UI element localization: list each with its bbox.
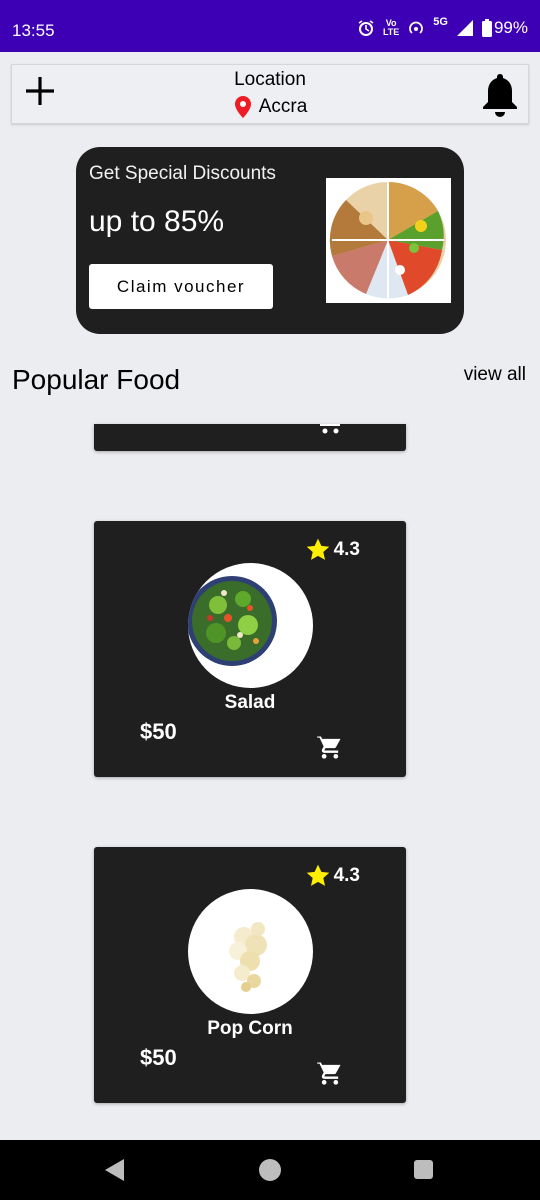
system-nav-bar (0, 1140, 540, 1200)
network-type: 5G (433, 16, 448, 28)
food-image-salad (188, 563, 313, 688)
bell-icon[interactable] (480, 71, 520, 117)
cart-icon (320, 424, 340, 434)
food-price: $50 (140, 719, 177, 744)
food-name: Salad (224, 692, 276, 713)
rating: 4.3 (305, 537, 360, 563)
home-icon[interactable] (259, 1159, 281, 1181)
status-icons: Vo LTE 5G 99% (357, 16, 528, 38)
alarm-icon (358, 20, 374, 36)
signal-icon (456, 20, 473, 36)
food-groups-image (326, 178, 451, 303)
battery-icon (481, 19, 492, 37)
promo-discount: up to 85% (89, 205, 225, 238)
food-image-popcorn (188, 889, 313, 1014)
star-icon (306, 864, 329, 886)
cart-icon[interactable] (316, 1059, 344, 1087)
cart-icon[interactable] (316, 733, 344, 761)
status-bar: 13:55 Vo LTE 5G 99% (0, 0, 540, 52)
section-title: Popular Food (12, 364, 181, 395)
star-icon (306, 538, 329, 560)
food-card[interactable]: 4.3 Pop Corn $50 (94, 847, 406, 1103)
rating-value: 4.3 (333, 865, 360, 886)
top-app-bar: Location Accra (11, 64, 529, 124)
promo-banner: Get Special Discounts up to 85% Claim vo… (76, 147, 464, 334)
location-city: Accra (258, 96, 308, 117)
food-card[interactable]: 4.3 Salad $50 (94, 521, 406, 777)
volte-bottom: LTE (382, 27, 400, 37)
status-time: 13:55 (12, 21, 55, 40)
food-name: Pop Corn (207, 1018, 293, 1039)
location-selector[interactable]: Accra (12, 95, 528, 119)
claim-voucher-button[interactable]: Claim voucher (89, 264, 273, 309)
back-icon[interactable] (103, 1158, 125, 1182)
battery-percent: 99% (493, 18, 528, 37)
food-card-partial[interactable] (94, 424, 406, 451)
recents-icon[interactable] (414, 1160, 433, 1179)
location-label: Location (234, 69, 306, 90)
location-pin-icon (234, 96, 251, 118)
rating-value: 4.3 (333, 539, 360, 560)
food-price: $50 (140, 1045, 177, 1070)
rating: 4.3 (305, 863, 360, 889)
hotspot-icon (409, 21, 424, 34)
volte-icon: Vo LTE (383, 19, 399, 37)
view-all-link[interactable]: view all (464, 364, 526, 386)
promo-title: Get Special Discounts (89, 163, 276, 184)
